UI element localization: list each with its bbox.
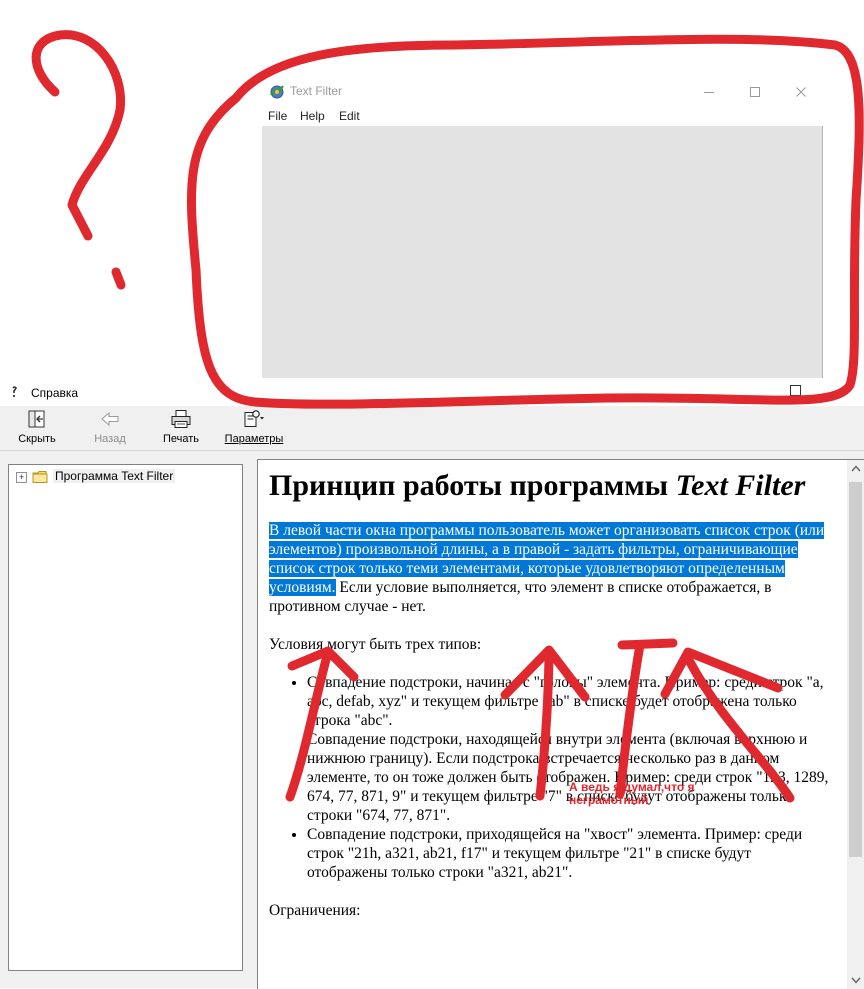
- tree-expand-icon[interactable]: +: [16, 472, 27, 483]
- limitations-heading: Ограничения:: [269, 902, 361, 919]
- hide-button[interactable]: Скрыть: [14, 408, 60, 448]
- scroll-thumb[interactable]: [849, 482, 862, 857]
- printer-icon: [170, 408, 192, 430]
- menu-edit[interactable]: Edit: [339, 109, 360, 123]
- app-gear-icon: [268, 83, 286, 101]
- window-title: Text Filter: [290, 84, 343, 98]
- list-item: Совпадение подстроки, начиная с "головы"…: [307, 673, 829, 825]
- scroll-up-icon[interactable]: [847, 460, 864, 477]
- menu-file[interactable]: File: [268, 109, 287, 123]
- topic-content: Принцип работы программы Text Filter В л…: [257, 459, 864, 989]
- help-window-title: Справка: [31, 386, 79, 400]
- topic-heading: Принцип работы программы Text Filter: [269, 469, 806, 502]
- options-label: Параметры: [224, 433, 284, 445]
- print-button[interactable]: Печать: [158, 408, 204, 448]
- client-area: [262, 126, 823, 378]
- help-toolbar: Скрыть Назад Печать Параметры: [0, 406, 864, 451]
- maximize-icon[interactable]: [732, 78, 778, 106]
- pane-splitter[interactable]: [246, 451, 254, 988]
- help-icon: [9, 385, 25, 401]
- tree-item-text-filter[interactable]: Программа Text Filter: [53, 469, 176, 483]
- list-item: Совпадение подстроки, приходящейся на "х…: [307, 825, 829, 882]
- scroll-down-icon[interactable]: [847, 972, 864, 989]
- conditions-list: Совпадение подстроки, начиная с "головы"…: [269, 673, 829, 882]
- vertical-scrollbar[interactable]: [847, 460, 864, 989]
- question-mark-stroke: [31, 30, 126, 241]
- close-icon[interactable]: [778, 78, 824, 106]
- help-window: Справка Скрыть Назад Печать Параметры + …: [0, 380, 864, 989]
- maximize-icon[interactable]: [788, 384, 802, 396]
- print-label: Печать: [162, 433, 200, 445]
- back-arrow-icon: [100, 408, 120, 430]
- back-button[interactable]: Назад: [88, 408, 132, 448]
- help-body: + Программа Text Filter Принцип работы п…: [0, 451, 864, 989]
- text-filter-window: Text Filter File Help Edit: [262, 78, 824, 378]
- menu-bar: File Help Edit: [262, 106, 824, 126]
- annotation-caption: А ведь я думал,что я неграмотный: [569, 780, 695, 807]
- folder-icon: [32, 470, 48, 484]
- back-label: Назад: [94, 433, 126, 445]
- question-mark-dot: [111, 267, 126, 290]
- hide-label: Скрыть: [18, 433, 56, 445]
- menu-help[interactable]: Help: [300, 109, 325, 123]
- topic-paragraph: В левой части окна программы пользовател…: [269, 522, 825, 615]
- contents-tree: + Программа Text Filter: [8, 464, 243, 971]
- help-title-bar[interactable]: Справка: [0, 380, 864, 406]
- minimize-icon[interactable]: [686, 78, 732, 106]
- options-icon: [242, 408, 266, 430]
- title-bar[interactable]: Text Filter: [262, 78, 824, 106]
- options-button[interactable]: Параметры: [222, 408, 286, 448]
- hide-pane-icon: [26, 408, 48, 430]
- conditions-intro: Условия могут быть трех типов:: [269, 636, 482, 653]
